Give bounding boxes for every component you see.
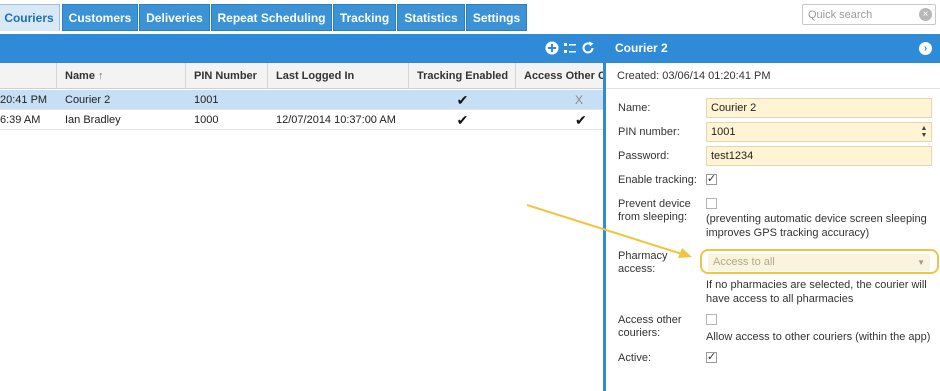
column-header-name[interactable]: Name ↑ <box>57 63 186 89</box>
row-name: Ian Bradley <box>65 114 121 126</box>
pin-value: 1001 <box>711 126 736 138</box>
chevron-right-icon[interactable]: › <box>919 42 932 55</box>
prevent-label-line2: from sleeping: <box>618 211 688 223</box>
prevent-label-line1: Prevent device <box>618 198 691 210</box>
grid-header: Name ↑ PIN Number Last Logged In Trackin… <box>0 63 603 89</box>
name-label: Name: <box>618 102 651 114</box>
row-pin: 1001 <box>194 94 219 106</box>
row-last-login <box>268 90 409 110</box>
row-last-login: 12/07/2014 10:37:00 AM <box>276 114 396 126</box>
row-pin: 1000 <box>194 114 219 126</box>
column-header-last-logged-in[interactable]: Last Logged In <box>268 63 409 89</box>
prevent-sleep-checkbox[interactable] <box>706 198 717 209</box>
row-time: 6:39 AM <box>0 114 41 126</box>
search-input[interactable] <box>803 5 913 24</box>
pharmacy-label: Pharmacy access: <box>618 250 668 276</box>
column-header-access-other[interactable]: Access Other C <box>516 63 603 89</box>
row-name: Courier 2 <box>65 94 111 106</box>
pharmacy-label-line2: access: <box>618 263 656 275</box>
grid-toolbar <box>0 34 603 63</box>
pharmacy-value: Access to all <box>713 256 775 268</box>
tab-repeat-scheduling[interactable]: Repeat Scheduling <box>211 4 332 31</box>
active-label: Active: <box>618 352 652 364</box>
tab-couriers[interactable]: Couriers <box>0 4 60 31</box>
refresh-icon[interactable] <box>581 41 595 55</box>
panel-title: Courier 2 <box>615 41 668 55</box>
pharmacy-help-line2: have access to all pharmacies <box>706 293 854 305</box>
tab-deliveries[interactable]: Deliveries <box>139 4 210 31</box>
access-label-line1: Access other <box>618 314 682 326</box>
pharmacy-help-line1: If no pharmacies are selected, the couri… <box>706 279 927 291</box>
pin-field[interactable]: 1001 ▲ ▼ <box>706 122 932 142</box>
table-row[interactable]: 6:39 AM Ian Bradley 1000 12/07/2014 10:3… <box>0 110 603 130</box>
created-timestamp: Created: 03/06/14 01:20:41 PM <box>606 63 940 89</box>
access-couriers-checkbox[interactable] <box>706 314 717 325</box>
column-header-tracking-enabled[interactable]: Tracking Enabled <box>409 63 516 89</box>
name-field[interactable]: Courier 2 <box>706 98 932 118</box>
password-label: Password: <box>618 150 670 162</box>
pharmacy-access-select[interactable]: Access to all ▼ <box>700 249 939 274</box>
pharmacy-select-value: Access to all ▼ <box>708 254 930 271</box>
spinner-icon[interactable]: ▲ ▼ <box>920 125 928 139</box>
add-icon[interactable] <box>545 41 559 55</box>
row-time: 20:41 PM <box>0 94 48 106</box>
tab-tracking[interactable]: Tracking <box>333 4 396 31</box>
table-row[interactable]: 20:41 PM Courier 2 1001 ✔ X <box>0 90 603 110</box>
prevent-help: (preventing automatic device screen slee… <box>706 212 927 240</box>
prevent-help-line1: (preventing automatic device screen slee… <box>706 213 927 225</box>
password-field[interactable]: test1234 <box>706 146 932 166</box>
panel-header: Courier 2 › <box>606 34 940 63</box>
tab-customers[interactable]: Customers <box>62 4 138 31</box>
tracking-label: Enable tracking: <box>618 174 697 186</box>
column-header-pin[interactable]: PIN Number <box>186 63 268 89</box>
row-tracking-check-icon: ✔ <box>456 112 469 128</box>
pharmacy-label-line1: Pharmacy <box>618 250 668 262</box>
pin-label: PIN number: <box>618 126 680 138</box>
access-help: Allow access to other couriers (within t… <box>706 331 931 343</box>
prevent-help-line2: improves GPS tracking accuracy) <box>706 227 870 239</box>
tab-statistics[interactable]: Statistics <box>397 4 465 31</box>
row-tracking-check-icon: ✔ <box>456 92 469 108</box>
column-header-time[interactable] <box>0 63 57 89</box>
app-root: Couriers Customers Deliveries Repeat Sch… <box>0 0 940 391</box>
enable-tracking-checkbox[interactable]: ✓ <box>706 174 717 185</box>
pharmacy-help: If no pharmacies are selected, the couri… <box>706 278 927 306</box>
dropdown-arrow-icon: ▼ <box>917 258 925 267</box>
active-checkbox[interactable]: ✓ <box>706 352 717 363</box>
arrow-up-icon: ↑ <box>98 70 104 82</box>
detail-panel: Courier 2 › Created: 03/06/14 01:20:41 P… <box>603 34 940 391</box>
access-couriers-label: Access other couriers: <box>618 314 682 340</box>
columns-icon[interactable] <box>563 41 577 55</box>
access-label-line2: couriers: <box>618 327 661 339</box>
prevent-sleep-label: Prevent device from sleeping: <box>618 198 691 224</box>
quick-search: × <box>802 4 936 25</box>
clear-icon[interactable]: × <box>919 8 932 21</box>
tab-settings[interactable]: Settings <box>466 4 527 31</box>
column-name-label: Name <box>65 70 95 82</box>
tab-bar: Couriers Customers Deliveries Repeat Sch… <box>0 0 940 33</box>
